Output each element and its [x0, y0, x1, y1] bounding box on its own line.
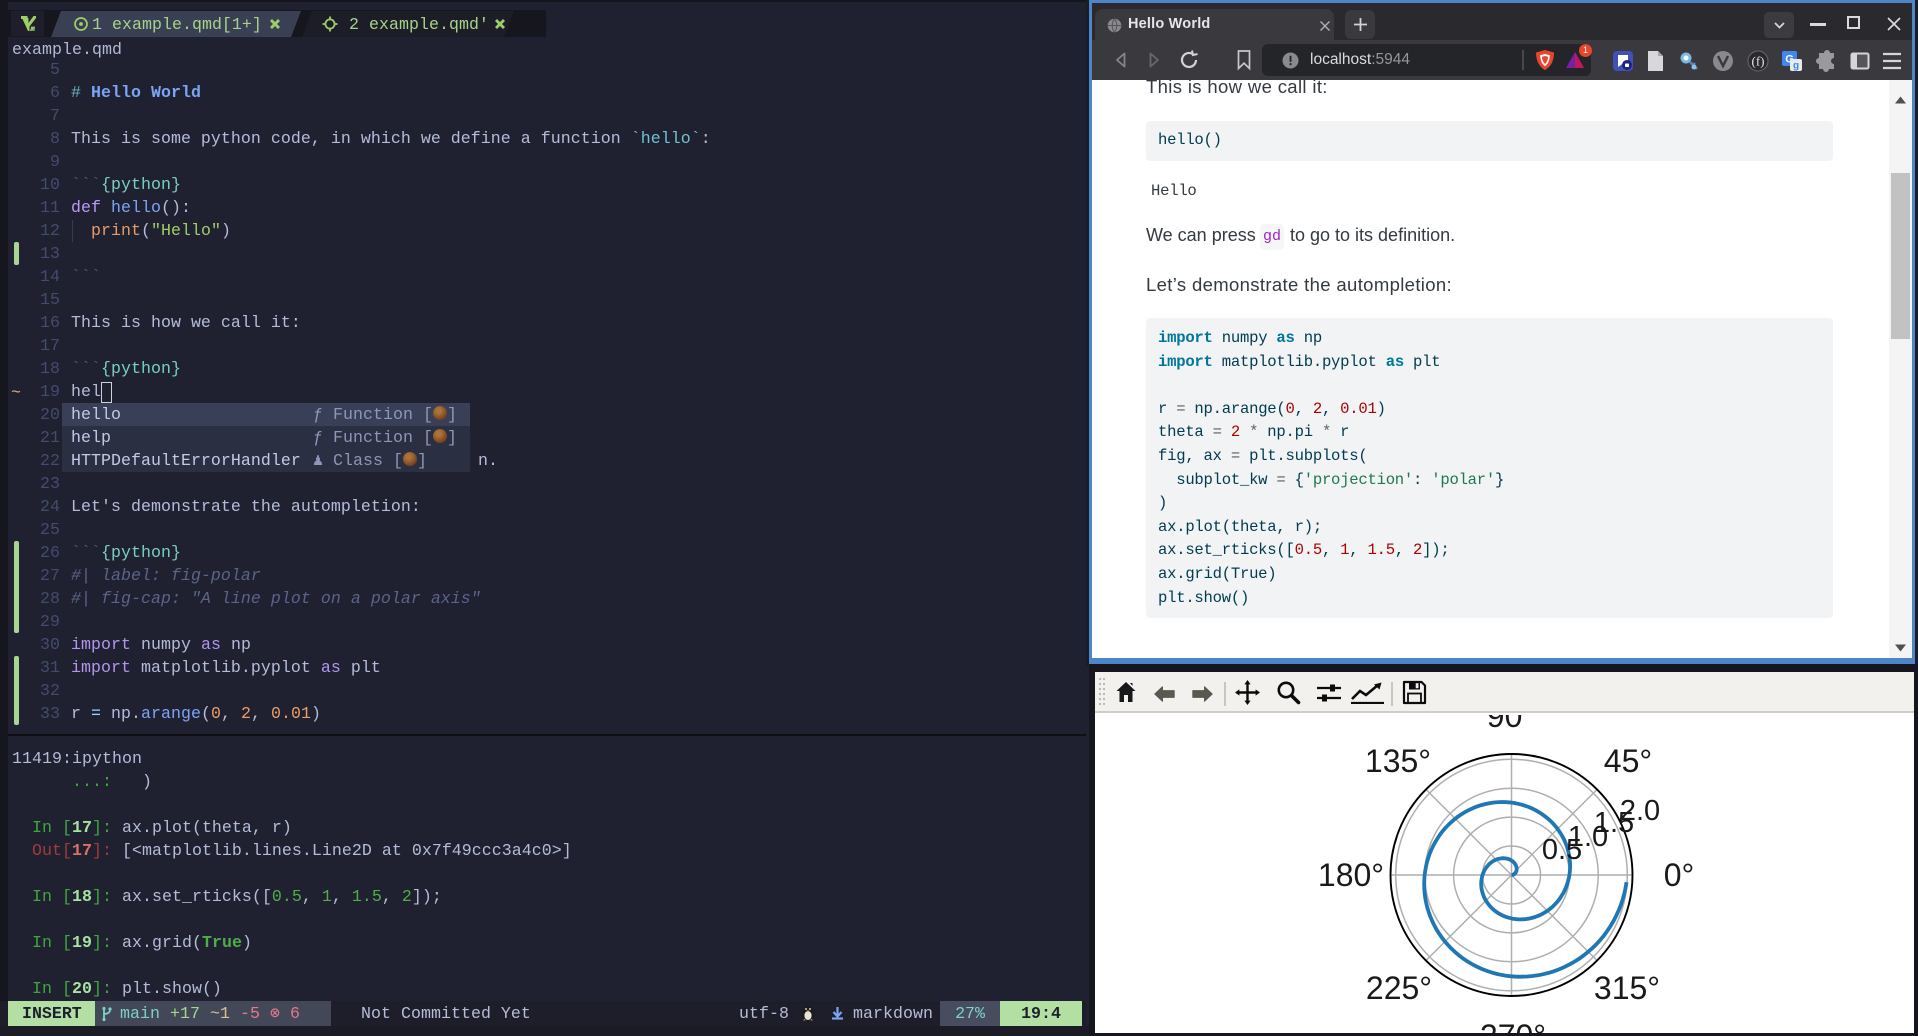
svg-text:g: g [1793, 61, 1799, 72]
svg-text:45°: 45° [1604, 743, 1652, 779]
svg-text:180°: 180° [1318, 857, 1384, 893]
svg-text:0°: 0° [1664, 857, 1695, 893]
svg-text:225°: 225° [1366, 970, 1432, 1006]
svg-text:90°: 90° [1487, 715, 1535, 734]
svg-text:270°: 270° [1480, 1018, 1546, 1033]
svg-text:(f): (f) [1752, 54, 1765, 69]
svg-text:135°: 135° [1365, 743, 1431, 779]
svg-text:2.0: 2.0 [1620, 795, 1660, 827]
svg-text:315°: 315° [1594, 970, 1660, 1006]
